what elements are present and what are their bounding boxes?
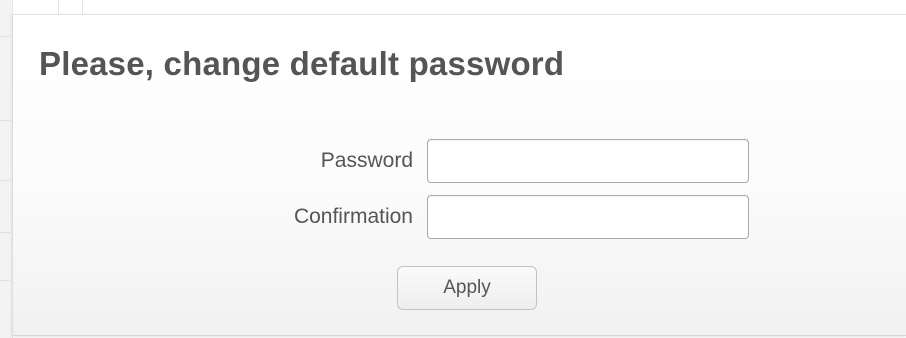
confirmation-label: Confirmation [293,205,413,228]
background-divider [0,232,10,233]
background-divider [0,180,10,181]
dialog-title: Please, change default password [39,45,565,82]
password-input[interactable] [427,139,749,183]
password-label: Password [320,149,413,172]
confirmation-row: Confirmation [13,195,906,239]
password-row: Password [13,139,906,183]
background-divider [0,120,10,121]
apply-button[interactable]: Apply [397,266,537,310]
background-divider [58,0,59,14]
confirmation-input[interactable] [427,195,749,239]
page: Please, change default password Password… [0,0,906,338]
background-divider [0,280,10,281]
background-divider [82,0,83,14]
change-password-dialog: Please, change default password Password… [12,14,906,336]
background-divider [0,36,10,37]
